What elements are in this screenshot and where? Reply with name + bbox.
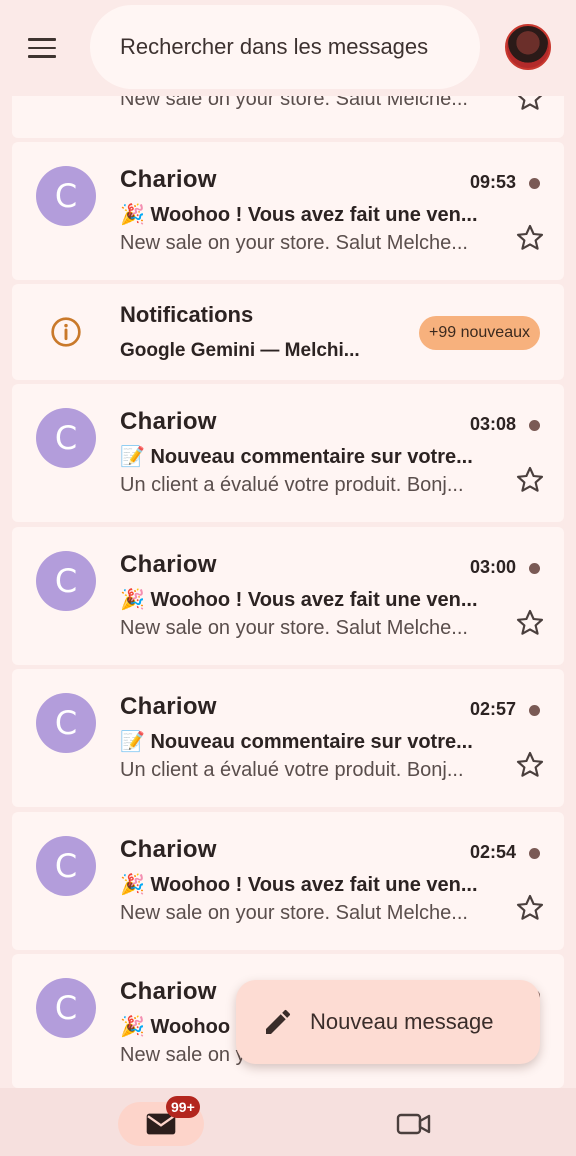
email-sender: Chariow: [120, 166, 217, 193]
notifications-title: Notifications: [120, 302, 254, 327]
subject-emoji: 📝: [120, 444, 145, 468]
top-bar: Rechercher dans les messages: [0, 0, 576, 96]
subject-text: Woohoo ! Vous avez fait une ven...: [150, 204, 478, 226]
email-subject: 🎉 Woohoo ! Vous avez fait une ven...: [120, 587, 500, 612]
subject-emoji: 🎉: [120, 1014, 145, 1038]
sender-avatar: C: [36, 408, 96, 468]
email-subject: 📝 Nouveau commentaire sur votre...: [120, 444, 500, 469]
unread-dot: [529, 563, 540, 574]
email-subject: 🎉 Woohoo ! Vous avez fait une ven...: [120, 202, 500, 227]
sender-avatar: C: [36, 551, 96, 611]
star-icon[interactable]: [514, 749, 546, 781]
star-icon[interactable]: [514, 464, 546, 496]
star-icon[interactable]: [514, 607, 546, 639]
email-preview: New sale on your store. Salut Melche...: [120, 232, 468, 254]
email-time: 03:00: [469, 557, 516, 577]
email-sender: Chariow: [120, 551, 217, 578]
sender-avatar: C: [36, 836, 96, 896]
star-icon[interactable]: [514, 222, 546, 254]
email-time: 02:54: [469, 842, 516, 862]
email-sender: Chariow: [120, 978, 217, 1005]
sender-avatar: C: [36, 166, 96, 226]
search-input[interactable]: Rechercher dans les messages: [90, 5, 480, 89]
email-row[interactable]: C Chariow 03:08 📝 Nouveau commentaire su…: [12, 384, 564, 522]
email-preview: Un client a évalué votre produit. Bonj..…: [120, 759, 464, 781]
subject-emoji: 🎉: [120, 872, 145, 896]
video-camera-icon[interactable]: [396, 1110, 432, 1138]
subject-text: Nouveau commentaire sur votre...: [150, 731, 473, 753]
unread-dot: [529, 420, 540, 431]
email-preview: New sale on your store. Salut Melche...: [120, 902, 468, 924]
subject-text: Woohoo: [150, 1016, 231, 1038]
compose-label: Nouveau message: [310, 1009, 494, 1034]
bottom-navigation: 99+: [0, 1088, 576, 1156]
subject-text: Woohoo ! Vous avez fait une ven...: [150, 874, 478, 896]
email-time: 02:57: [469, 699, 516, 719]
subject-text: Nouveau commentaire sur votre...: [150, 446, 473, 468]
subject-emoji: 🎉: [120, 587, 145, 611]
email-row[interactable]: C Chariow 03:00 🎉 Woohoo ! Vous avez fai…: [12, 527, 564, 665]
email-preview: Un client a évalué votre produit. Bonj..…: [120, 474, 464, 496]
email-sender: Chariow: [120, 836, 217, 863]
email-row[interactable]: C Chariow 02:54 🎉 Woohoo ! Vous avez fai…: [12, 812, 564, 950]
unread-dot: [529, 848, 540, 859]
subject-text: Woohoo ! Vous avez fait une ven...: [150, 589, 478, 611]
pencil-icon: [266, 1009, 290, 1034]
email-time: 03:08: [469, 414, 516, 434]
unread-dot: [529, 705, 540, 716]
sender-avatar: C: [36, 693, 96, 753]
email-row[interactable]: C Chariow 02:57 📝 Nouveau commentaire su…: [12, 669, 564, 807]
compose-button[interactable]: Nouveau message: [236, 980, 540, 1064]
search-placeholder: Rechercher dans les messages: [120, 34, 429, 59]
subject-emoji: 🎉: [120, 202, 145, 226]
new-count-badge: +99 nouveaux: [419, 316, 540, 350]
unread-dot: [529, 178, 540, 189]
email-subject: 🎉 Woohoo ! Vous avez fait une ven...: [120, 872, 500, 897]
email-row[interactable]: C Chariow 09:53 🎉 Woohoo ! Vous avez fai…: [12, 142, 564, 280]
email-subject: 📝 Nouveau commentaire sur votre...: [120, 729, 500, 754]
account-avatar[interactable]: [505, 24, 551, 70]
email-sender: Chariow: [120, 693, 217, 720]
star-icon[interactable]: [514, 892, 546, 924]
notifications-subtitle: Google Gemini — Melchi...: [120, 340, 360, 361]
email-time: 09:53: [469, 172, 516, 192]
sender-avatar: C: [36, 978, 96, 1038]
menu-icon[interactable]: [22, 30, 62, 66]
info-icon: [51, 317, 81, 347]
unread-count-badge: 99+: [166, 1096, 200, 1118]
notifications-bundle[interactable]: Notifications Google Gemini — Melchi... …: [12, 284, 564, 380]
email-preview: New sale on your store. Salut Melche...: [120, 617, 468, 639]
email-sender: Chariow: [120, 408, 217, 435]
subject-emoji: 📝: [120, 729, 145, 753]
